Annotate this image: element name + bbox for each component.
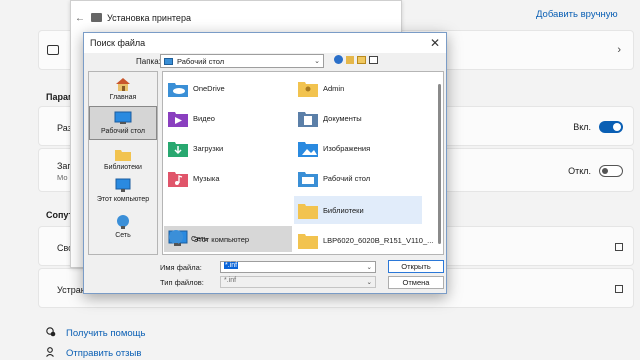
user-folder-icon [298, 82, 318, 97]
chevron-down-icon: ⌄ [366, 264, 372, 271]
documents-folder-icon [298, 112, 318, 127]
item-pictures-label: Изображения [323, 143, 371, 153]
file-search-dialog: Поиск файла ✕ Папка: Рабочий стол ⌄ Глав… [83, 32, 447, 294]
item-music[interactable]: Музыка [164, 164, 292, 192]
external-link-icon [615, 285, 623, 293]
cancel-button[interactable]: Отмена [388, 276, 444, 289]
send-feedback-link[interactable]: Отправить отзыв [66, 348, 141, 359]
item-documents[interactable]: Документы [294, 104, 422, 132]
item-network-label: Сеть [191, 233, 208, 243]
folder-select-value: Рабочий стол [177, 56, 225, 66]
filetype-label: Тип файлов: [160, 278, 204, 287]
folder-label: Папка: [136, 57, 161, 66]
folder-row: Папка: Рабочий стол ⌄ [84, 54, 446, 70]
chevron-right-icon: › [617, 44, 621, 56]
help-icon [46, 327, 56, 337]
add-manually-link[interactable]: Добавить вручную [536, 9, 618, 20]
item-desktop-folder-label: Рабочий стол [323, 173, 371, 183]
video-folder-icon [168, 112, 188, 127]
item-lbp-folder[interactable]: LBP6020_6020B_R151_V110_... [294, 226, 433, 254]
desktop-icon [164, 58, 173, 65]
item-documents-label: Документы [323, 113, 362, 123]
installer-title: Установка принтера [107, 13, 191, 23]
item-libraries-label: Библиотеки [323, 205, 364, 215]
place-home[interactable]: Главная [89, 76, 157, 101]
filename-input[interactable]: *.inf ⌄ [220, 261, 376, 273]
new-folder-icon[interactable] [357, 55, 366, 64]
pictures-folder-icon [298, 142, 318, 157]
place-network[interactable]: Сеть [89, 214, 157, 239]
item-pictures[interactable]: Изображения [294, 134, 422, 162]
item-lbp-folder-label: LBP6020_6020B_R151_V110_... [323, 235, 434, 245]
chevron-down-icon: ⌄ [314, 58, 320, 65]
view-menu-icon[interactable] [369, 55, 378, 64]
filetype-value: *.inf [224, 277, 237, 284]
item-admin[interactable]: Admin [294, 74, 422, 102]
filename-label: Имя файла: [160, 263, 202, 272]
place-desktop[interactable]: Рабочий стол [89, 106, 157, 140]
home-icon [116, 78, 130, 91]
place-computer-label: Этот компьютер [96, 196, 150, 203]
close-icon[interactable]: ✕ [430, 36, 440, 50]
folder-select[interactable]: Рабочий стол ⌄ [160, 54, 324, 68]
item-network[interactable]: Сеть [162, 224, 290, 252]
printer-icon [47, 45, 59, 55]
libraries-icon [115, 150, 131, 161]
dialog-titlebar: Поиск файла [84, 33, 446, 53]
toggle-2-text: Откл. [568, 166, 591, 176]
item-admin-label: Admin [323, 83, 345, 93]
places-bar: Главная Рабочий стол Библиотеки Этот ком… [88, 71, 158, 255]
place-network-label: Сеть [115, 232, 131, 239]
item-video-label: Видео [193, 113, 215, 123]
libraries-folder-icon [298, 204, 318, 219]
toggle-1-text: Вкл. [573, 122, 591, 132]
row-2-sublabel: Мо [57, 173, 68, 182]
folder-icon [298, 234, 318, 249]
dialog-title: Поиск файла [90, 38, 146, 48]
feedback-icon [46, 347, 54, 357]
printer-icon [91, 13, 102, 22]
item-libraries[interactable]: Библиотеки [294, 196, 422, 224]
support-row-2-label: Устран [57, 285, 86, 295]
chevron-down-icon: ⌄ [366, 279, 372, 286]
music-folder-icon [168, 172, 188, 187]
place-computer[interactable]: Этот компьютер [89, 178, 157, 203]
item-desktop-folder[interactable]: Рабочий стол [294, 164, 422, 192]
network-icon [117, 215, 129, 229]
network-icon [169, 230, 183, 246]
open-button[interactable]: Открыть [388, 260, 444, 273]
item-downloads[interactable]: Загрузки [164, 134, 292, 162]
back-icon[interactable] [334, 55, 343, 64]
place-home-label: Главная [109, 94, 137, 101]
row-2-label: Заг [57, 161, 71, 171]
place-libraries[interactable]: Библиотеки [89, 146, 157, 171]
up-folder-icon[interactable] [346, 55, 354, 64]
item-onedrive-label: OneDrive [193, 83, 225, 93]
external-link-icon [615, 243, 623, 251]
desktop-icon [114, 111, 132, 124]
desktop-folder-icon [298, 172, 318, 187]
get-help-link[interactable]: Получить помощь [66, 328, 145, 339]
section-support-title: Сопут [46, 210, 73, 220]
item-video[interactable]: Видео [164, 104, 292, 132]
vertical-scrollbar[interactable] [438, 84, 441, 244]
place-desktop-label: Рабочий стол [101, 128, 145, 135]
item-downloads-label: Загрузки [193, 143, 224, 153]
downloads-folder-icon [168, 142, 188, 157]
computer-icon [115, 178, 131, 192]
toggle-2-switch[interactable] [599, 165, 623, 177]
filetype-select[interactable]: *.inf ⌄ [220, 276, 376, 288]
back-arrow-icon[interactable]: ← [75, 13, 85, 24]
place-libraries-label: Библиотеки [104, 164, 142, 171]
filename-value: *.inf [224, 262, 239, 269]
item-onedrive[interactable]: OneDrive [164, 74, 292, 102]
toggle-1-switch[interactable] [599, 121, 623, 133]
dialog-bottom: Имя файла: *.inf ⌄ Открыть Тип файлов: *… [84, 259, 446, 293]
onedrive-folder-icon [168, 83, 188, 97]
item-music-label: Музыка [193, 173, 220, 183]
nav-toolbar [334, 55, 378, 64]
